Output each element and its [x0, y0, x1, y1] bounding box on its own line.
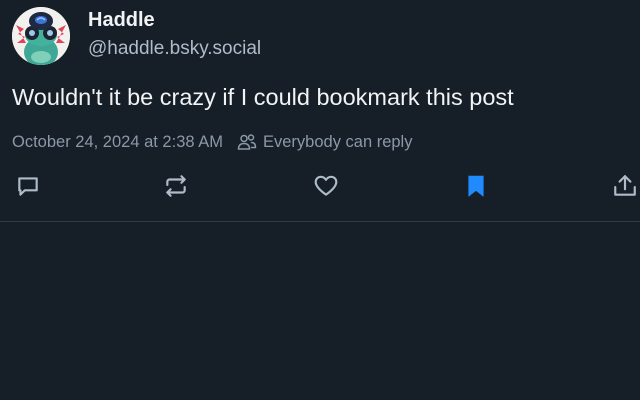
reply-button[interactable] [12, 170, 44, 202]
author-display-name[interactable]: Haddle [88, 9, 155, 32]
repost-button[interactable] [160, 170, 192, 202]
author-handle[interactable]: @haddle.bsky.social [88, 38, 261, 60]
heart-icon [314, 175, 338, 196]
repost-icon [166, 175, 186, 197]
post-text: Wouldn't it be crazy if I could bookmark… [12, 84, 514, 110]
post-thread-item: Haddle @haddle.bsky.social Wouldn't it b… [0, 0, 640, 222]
share-button[interactable] [609, 170, 640, 202]
frog-avatar-icon [12, 7, 70, 65]
bookmark-icon [468, 175, 484, 197]
bookmark-button[interactable] [460, 170, 492, 202]
reply-setting[interactable]: Everybody can reply [263, 133, 413, 152]
like-button[interactable] [310, 170, 342, 202]
post-actions [0, 170, 640, 202]
comment-icon [18, 177, 38, 196]
post-meta: October 24, 2024 at 2:38 AM Everybody ca… [12, 131, 412, 153]
share-icon [614, 175, 636, 196]
avatar[interactable] [12, 7, 70, 65]
post-timestamp[interactable]: October 24, 2024 at 2:38 AM [12, 133, 223, 152]
people-icon [237, 131, 259, 153]
